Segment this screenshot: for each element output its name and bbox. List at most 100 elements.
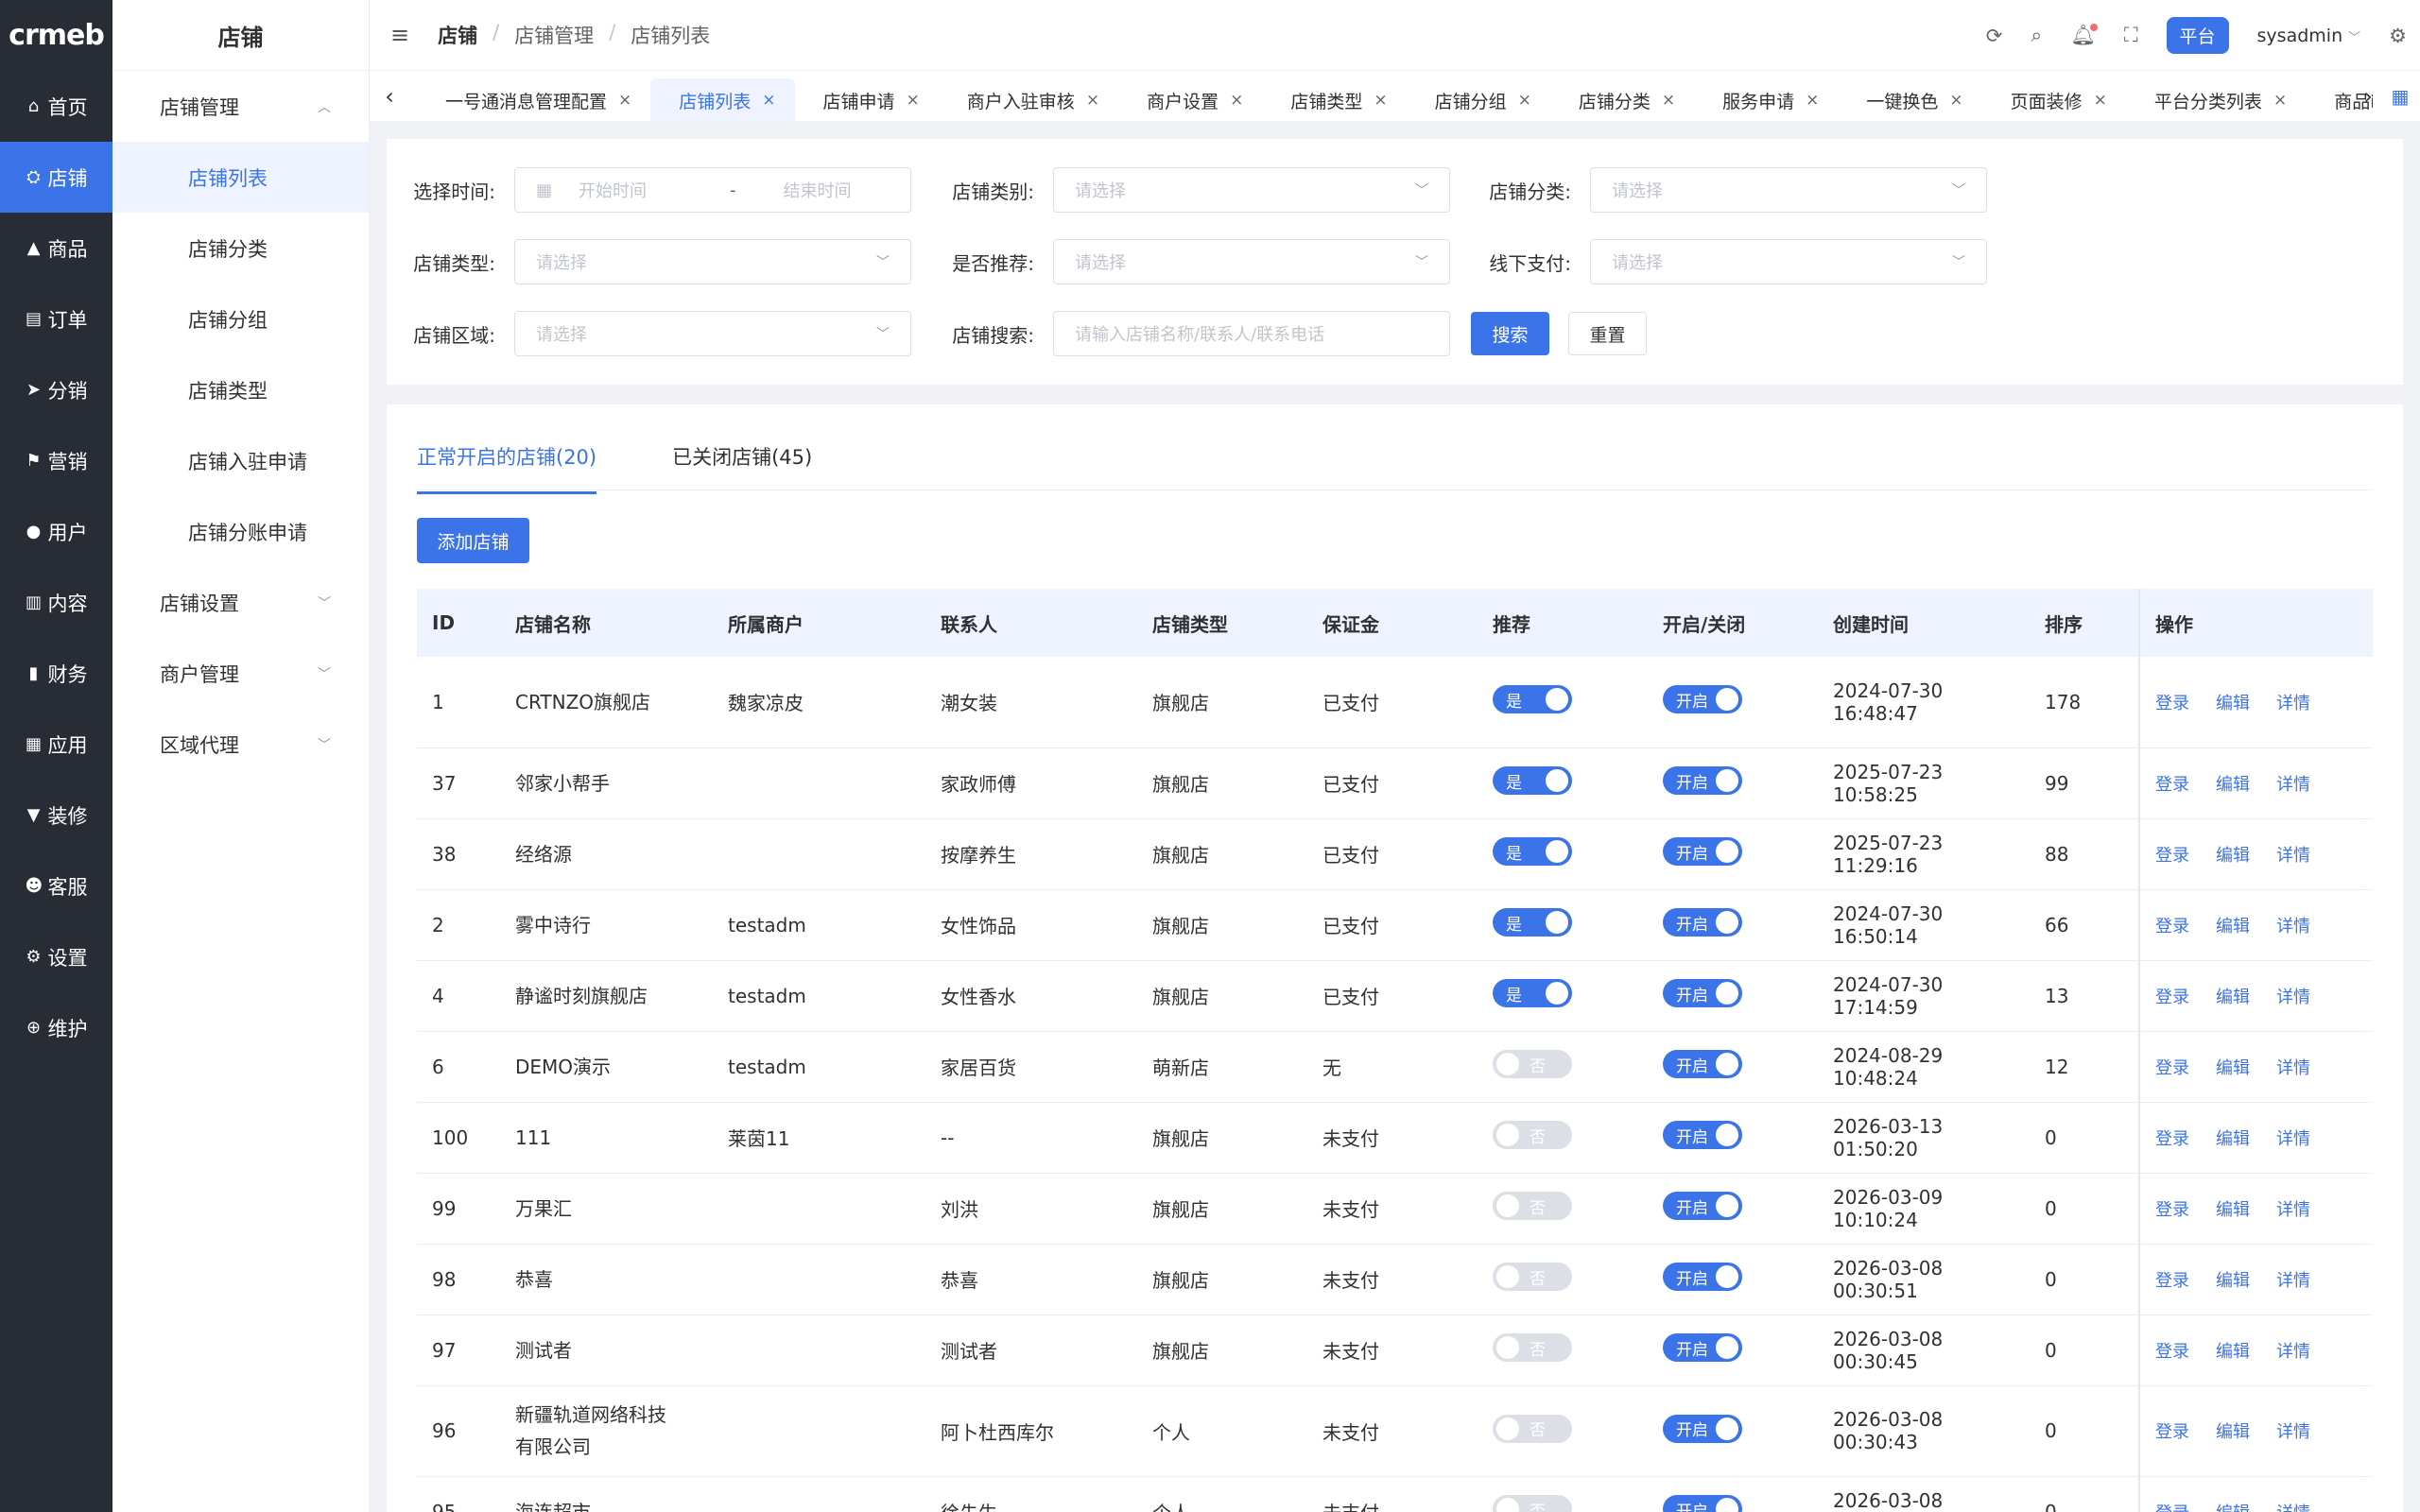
login-link[interactable]: 登录 xyxy=(2155,846,2189,866)
close-icon[interactable]: × xyxy=(1086,91,1099,110)
detail-link[interactable]: 详情 xyxy=(2276,1129,2310,1149)
detail-link[interactable]: 详情 xyxy=(2276,1058,2310,1078)
page-tab[interactable]: 店铺申请 × xyxy=(795,78,939,122)
edit-link[interactable]: 编辑 xyxy=(2216,1271,2250,1291)
recommend-toggle[interactable]: 是 xyxy=(1493,908,1572,936)
recommend-toggle[interactable]: 否 xyxy=(1493,1263,1572,1291)
recommend-toggle[interactable]: 否 xyxy=(1493,1414,1572,1443)
recommend-toggle[interactable]: 是 xyxy=(1493,979,1572,1007)
date-range-picker[interactable]: ▦ 开始时间 - 结束时间 xyxy=(514,167,911,213)
edit-link[interactable]: 编辑 xyxy=(2216,775,2250,795)
end-time-input[interactable]: 结束时间 xyxy=(784,178,852,202)
recommend-toggle[interactable]: 是 xyxy=(1493,685,1572,714)
tab-open-shops[interactable]: 正常开启的店铺(20) xyxy=(417,442,597,494)
login-link[interactable]: 登录 xyxy=(2155,775,2189,795)
edit-link[interactable]: 编辑 xyxy=(2216,988,2250,1007)
user-menu[interactable]: sysadmin ﹀ xyxy=(2257,26,2361,46)
open-toggle[interactable]: 开启 xyxy=(1663,766,1742,795)
edit-link[interactable]: 编辑 xyxy=(2216,1200,2250,1220)
page-tab[interactable]: 一号通消息管理配置 × xyxy=(417,78,650,122)
offline-pay-select[interactable]: 请选择 ﹀ xyxy=(1590,239,1987,284)
page-tab[interactable]: 平台分类列表 × xyxy=(2126,78,2306,122)
edit-link[interactable]: 编辑 xyxy=(2216,1129,2250,1149)
menu-fold-icon[interactable]: ≡ xyxy=(390,22,409,48)
detail-link[interactable]: 详情 xyxy=(2276,1271,2310,1291)
login-link[interactable]: 登录 xyxy=(2155,988,2189,1007)
page-tab[interactable]: 服务申请 × xyxy=(1694,78,1838,122)
login-link[interactable]: 登录 xyxy=(2155,917,2189,936)
detail-link[interactable]: 详情 xyxy=(2276,988,2310,1007)
open-toggle[interactable]: 开启 xyxy=(1663,908,1742,936)
detail-link[interactable]: 详情 xyxy=(2276,1503,2310,1512)
recommend-toggle[interactable]: 是 xyxy=(1493,837,1572,866)
open-toggle[interactable]: 开启 xyxy=(1663,1050,1742,1078)
category-select[interactable]: 请选择 ﹀ xyxy=(1053,167,1450,213)
edit-link[interactable]: 编辑 xyxy=(2216,1503,2250,1512)
rail-item[interactable]: ⚙ 设置 xyxy=(0,921,112,992)
breadcrumb-item[interactable]: 店铺 xyxy=(438,21,477,49)
rail-item[interactable]: ▦ 应用 xyxy=(0,709,112,780)
open-toggle[interactable]: 开启 xyxy=(1663,837,1742,866)
open-toggle[interactable]: 开启 xyxy=(1663,685,1742,714)
detail-link[interactable]: 详情 xyxy=(2276,694,2310,713)
sidebar-group-shop-manage[interactable]: 店铺管理 ︿ xyxy=(112,71,369,142)
recommend-toggle[interactable]: 否 xyxy=(1493,1495,1572,1512)
recommend-toggle[interactable]: 否 xyxy=(1493,1192,1572,1220)
refresh-icon[interactable]: ⟳ xyxy=(1986,25,2003,47)
recommend-toggle[interactable]: 否 xyxy=(1493,1050,1572,1078)
rail-item[interactable]: ▤ 订单 xyxy=(0,284,112,354)
rail-item[interactable]: ▲ 商品 xyxy=(0,213,112,284)
edit-link[interactable]: 编辑 xyxy=(2216,1342,2250,1362)
add-shop-button[interactable]: 添加店铺 xyxy=(417,518,529,563)
start-time-input[interactable]: 开始时间 xyxy=(579,178,701,202)
chevron-left-icon[interactable]: ‹ xyxy=(375,71,404,122)
detail-link[interactable]: 详情 xyxy=(2276,917,2310,936)
page-tab[interactable]: 商户设置 × xyxy=(1118,78,1262,122)
close-icon[interactable]: × xyxy=(2273,91,2287,110)
login-link[interactable]: 登录 xyxy=(2155,1422,2189,1442)
login-link[interactable]: 登录 xyxy=(2155,1503,2189,1512)
fullscreen-icon[interactable]: ⛶ xyxy=(2124,24,2138,47)
open-toggle[interactable]: 开启 xyxy=(1663,1263,1742,1291)
search-button[interactable]: 搜索 xyxy=(1471,312,1549,355)
login-link[interactable]: 登录 xyxy=(2155,1271,2189,1291)
detail-link[interactable]: 详情 xyxy=(2276,846,2310,866)
recommend-toggle[interactable]: 是 xyxy=(1493,766,1572,795)
sidebar-item[interactable]: 店铺分账申请 xyxy=(112,496,369,567)
sidebar-item[interactable]: 店铺入驻申请 xyxy=(112,425,369,496)
grid-menu-icon[interactable]: ▦ xyxy=(2386,71,2414,122)
page-tab[interactable]: 商户入驻审核 × xyxy=(939,78,1118,122)
brand-logo[interactable]: crmeb xyxy=(0,0,112,71)
page-tab[interactable]: 页面装修 × xyxy=(1982,78,2126,122)
page-tab[interactable]: 店铺类型 × xyxy=(1262,78,1406,122)
classify-select[interactable]: 请选择 ﹀ xyxy=(1590,167,1987,213)
close-icon[interactable]: × xyxy=(1662,91,1675,110)
reset-button[interactable]: 重置 xyxy=(1568,312,1647,355)
open-toggle[interactable]: 开启 xyxy=(1663,1121,1742,1149)
edit-link[interactable]: 编辑 xyxy=(2216,1058,2250,1078)
edit-link[interactable]: 编辑 xyxy=(2216,694,2250,713)
open-toggle[interactable]: 开启 xyxy=(1663,1333,1742,1362)
rail-item[interactable]: ⊕ 维护 xyxy=(0,992,112,1063)
rail-item[interactable]: ▥ 内容 xyxy=(0,567,112,638)
close-icon[interactable]: × xyxy=(762,91,775,110)
close-icon[interactable]: × xyxy=(1806,91,1819,110)
recommend-select[interactable]: 请选择 ﹀ xyxy=(1053,239,1450,284)
rail-item[interactable]: ● 用户 xyxy=(0,496,112,567)
rail-item[interactable]: ☻ 客服 xyxy=(0,850,112,921)
detail-link[interactable]: 详情 xyxy=(2276,1422,2310,1442)
login-link[interactable]: 登录 xyxy=(2155,694,2189,713)
sidebar-group[interactable]: 商户管理 ﹀ xyxy=(112,638,369,709)
close-icon[interactable]: × xyxy=(2094,91,2107,110)
login-link[interactable]: 登录 xyxy=(2155,1200,2189,1220)
rail-item[interactable]: ▮ 财务 xyxy=(0,638,112,709)
close-icon[interactable]: × xyxy=(618,91,631,110)
rail-item[interactable]: ⌂ 首页 xyxy=(0,71,112,142)
chevron-right-icon[interactable]: › xyxy=(2354,71,2382,122)
rail-item[interactable]: ➤ 分销 xyxy=(0,354,112,425)
edit-link[interactable]: 编辑 xyxy=(2216,917,2250,936)
region-select[interactable]: 请选择 ﹀ xyxy=(514,311,911,356)
sidebar-item[interactable]: 店铺分类 xyxy=(112,213,369,284)
close-icon[interactable]: × xyxy=(1949,91,1962,110)
page-tab[interactable]: 店铺分组 × xyxy=(1407,78,1550,122)
